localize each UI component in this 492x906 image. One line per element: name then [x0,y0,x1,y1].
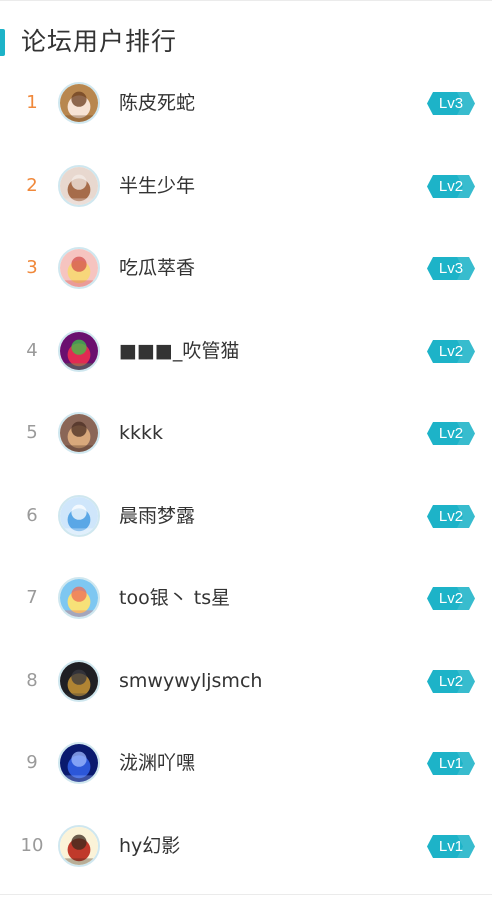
panel-title: 论坛用户排行 [21,24,177,60]
level-label: Lv2 [427,422,475,445]
user-row[interactable]: 2 半生少年 Lv2 [0,164,492,247]
rank-number: 6 [14,504,50,528]
level-badge: Lv3 [427,257,475,280]
level-label: Lv2 [427,340,475,363]
anime-girl-blue-avatar[interactable] [58,495,100,537]
level-label: Lv2 [427,505,475,528]
level-label: Lv3 [427,257,475,280]
level-badge: Lv2 [427,505,475,528]
user-row[interactable]: 4 ■■■_吹管猫 Lv2 [0,329,492,412]
level-badge: Lv2 [427,340,475,363]
username-link[interactable]: 陈皮死蛇 [119,91,195,115]
username-link[interactable]: smwywyljsmch [119,669,262,693]
user-row[interactable]: 3 吃瓜萃香 Lv3 [0,246,492,329]
user-row[interactable]: 7 too银丶 ts星 Lv2 [0,576,492,659]
level-label: Lv2 [427,175,475,198]
username-link[interactable]: kkkk [119,421,163,445]
username-link[interactable]: hy幻影 [119,834,180,858]
forum-user-ranking-panel: 论坛用户排行 1 陈皮死蛇 Lv3 2 半生少年 Lv2 3 吃瓜萃香 Lv3 4 ■■■_吹管猫 L… [0,0,492,895]
level-label: Lv1 [427,752,475,775]
user-row[interactable]: 5 kkkk Lv2 [0,411,492,494]
level-badge: Lv2 [427,587,475,610]
rank-number: 1 [14,91,50,115]
anime-girl-brown-avatar[interactable] [58,82,100,124]
rank-number: 10 [14,834,50,858]
anime-girl-blonde-avatar[interactable] [58,247,100,289]
night-building-avatar[interactable] [58,660,100,702]
anime-girl-sky-avatar[interactable] [58,577,100,619]
rank-number: 8 [14,669,50,693]
rank-number: 3 [14,256,50,280]
panel-header: 论坛用户排行 [0,1,492,81]
username-link[interactable]: ■■■_吹管猫 [119,339,239,363]
username-link[interactable]: 泷渊吖嘿 [119,751,195,775]
username-link[interactable]: 吃瓜萃香 [119,256,195,280]
level-label: Lv1 [427,835,475,858]
rank-number: 5 [14,421,50,445]
anime-girl-cream-avatar[interactable] [58,165,100,207]
user-row[interactable]: 8 smwywyljsmch Lv2 [0,659,492,742]
level-label: Lv3 [427,92,475,115]
blue-night-avatar[interactable] [58,742,100,784]
username-link[interactable]: 半生少年 [119,174,195,198]
level-badge: Lv2 [427,175,475,198]
level-badge: Lv2 [427,670,475,693]
level-badge: Lv1 [427,752,475,775]
level-label: Lv2 [427,670,475,693]
user-row[interactable]: 1 陈皮死蛇 Lv3 [0,81,492,164]
user-row[interactable]: 9 泷渊吖嘿 Lv1 [0,741,492,824]
user-row[interactable]: 6 晨雨梦露 Lv2 [0,494,492,577]
user-ranking-list: 1 陈皮死蛇 Lv3 2 半生少年 Lv2 3 吃瓜萃香 Lv3 4 ■■■_吹管猫 Lv2 5 kkkk… [0,81,492,906]
glitch-art-avatar[interactable] [58,330,100,372]
rank-number: 9 [14,751,50,775]
username-link[interactable]: 晨雨梦露 [119,504,195,528]
rank-number: 4 [14,339,50,363]
rank-number: 2 [14,174,50,198]
username-link[interactable]: too银丶 ts星 [119,586,230,610]
cartoon-bear-avatar[interactable] [58,412,100,454]
level-label: Lv2 [427,587,475,610]
rank-number: 7 [14,586,50,610]
level-badge: Lv1 [427,835,475,858]
level-badge: Lv2 [427,422,475,445]
user-row[interactable]: 10 hy幻影 Lv1 [0,824,492,906]
accent-bar [0,29,5,56]
cartoon-couple-avatar[interactable] [58,825,100,867]
level-badge: Lv3 [427,92,475,115]
